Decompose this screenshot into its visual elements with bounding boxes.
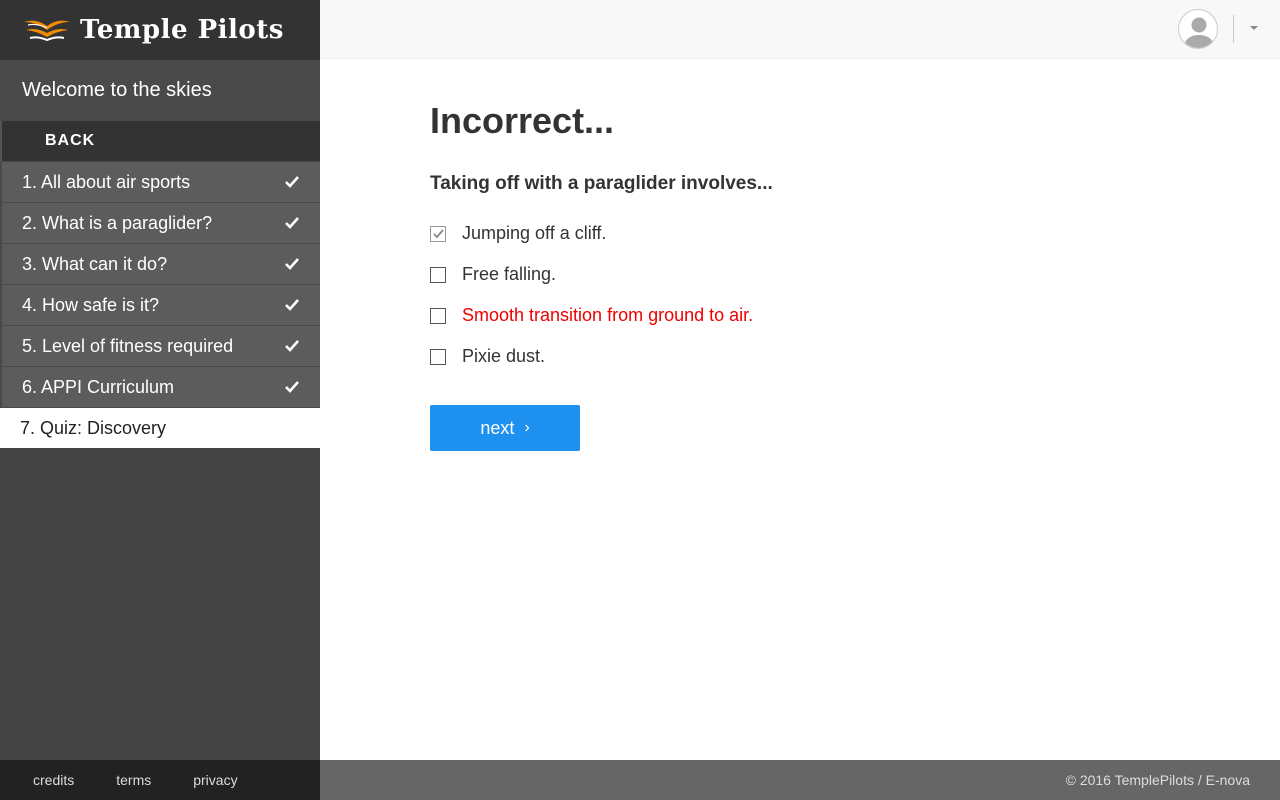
copyright-text: © 2016 TemplePilots / E-nova bbox=[1065, 772, 1250, 788]
lesson-label: 4. How safe is it? bbox=[22, 294, 160, 315]
answer-label: Free falling. bbox=[462, 264, 557, 284]
next-button[interactable]: next › bbox=[430, 405, 580, 451]
welcome-heading: Welcome to the skies bbox=[0, 60, 320, 121]
terms-link[interactable]: terms bbox=[116, 772, 151, 788]
answer-option-correct[interactable]: Smooth transition from ground to air. bbox=[430, 295, 1230, 336]
divider bbox=[1233, 15, 1234, 43]
answer-label: Jumping off a cliff. bbox=[462, 223, 607, 243]
checkbox[interactable] bbox=[430, 307, 446, 324]
checkbox[interactable] bbox=[430, 348, 446, 365]
lesson-label: 5. Level of fitness required bbox=[22, 335, 234, 356]
brand-name: Temple Pilots bbox=[80, 15, 284, 45]
check-icon bbox=[285, 340, 299, 352]
check-icon bbox=[285, 217, 299, 229]
lesson-item-3[interactable]: 3. What can it do? bbox=[0, 243, 320, 284]
lesson-item-5[interactable]: 5. Level of fitness required bbox=[0, 325, 320, 366]
lesson-label: 2. What is a paraglider? bbox=[22, 212, 213, 233]
answer-options: Jumping off a cliff. Free falling. Smoot… bbox=[430, 213, 1230, 377]
checkbox[interactable] bbox=[430, 266, 446, 283]
back-button[interactable]: BACK bbox=[0, 121, 320, 161]
footer-links: credits terms privacy bbox=[0, 760, 320, 800]
answer-label: Smooth transition from ground to air. bbox=[462, 305, 754, 325]
lesson-label: 7. Quiz: Discovery bbox=[20, 417, 167, 438]
check-icon bbox=[285, 176, 299, 188]
answer-label: Pixie dust. bbox=[462, 346, 546, 366]
lesson-item-4[interactable]: 4. How safe is it? bbox=[0, 284, 320, 325]
result-heading: Incorrect... bbox=[430, 100, 615, 141]
lesson-label: 1. All about air sports bbox=[22, 171, 191, 192]
wings-logo-icon bbox=[24, 20, 70, 42]
lesson-item-1[interactable]: 1. All about air sports bbox=[0, 161, 320, 202]
lesson-label: 3. What can it do? bbox=[22, 253, 168, 274]
top-bar bbox=[320, 0, 1280, 59]
check-icon bbox=[285, 258, 299, 270]
user-icon bbox=[1185, 17, 1213, 48]
answer-option[interactable]: Free falling. bbox=[430, 254, 1230, 295]
lesson-item-7[interactable]: 7. Quiz: Discovery bbox=[0, 407, 320, 448]
check-icon bbox=[285, 299, 299, 311]
chevron-down-icon[interactable] bbox=[1250, 26, 1258, 30]
lesson-nav: 1. All about air sports 2. What is a par… bbox=[0, 161, 320, 448]
checkbox-checked[interactable] bbox=[430, 225, 446, 242]
quiz-panel: Incorrect... Taking off with a paraglide… bbox=[430, 60, 1230, 451]
next-label: next bbox=[480, 417, 515, 438]
footer-copyright: © 2016 TemplePilots / E-nova bbox=[320, 760, 1280, 800]
lesson-label: 6. APPI Curriculum bbox=[22, 376, 175, 397]
sidebar: Temple Pilots Welcome to the skies BACK … bbox=[0, 0, 320, 800]
credits-link[interactable]: credits bbox=[33, 772, 74, 788]
answer-option[interactable]: Pixie dust. bbox=[430, 336, 1230, 377]
check-icon bbox=[433, 228, 444, 238]
lesson-item-6[interactable]: 6. APPI Curriculum bbox=[0, 366, 320, 407]
avatar[interactable] bbox=[1178, 9, 1218, 49]
logo-bar: Temple Pilots bbox=[0, 0, 320, 60]
answer-option[interactable]: Jumping off a cliff. bbox=[430, 213, 1230, 254]
check-icon bbox=[285, 381, 299, 393]
privacy-link[interactable]: privacy bbox=[193, 772, 237, 788]
chevron-right-icon: › bbox=[524, 419, 530, 436]
question-text: Taking off with a paraglider involves... bbox=[430, 173, 773, 194]
lesson-item-2[interactable]: 2. What is a paraglider? bbox=[0, 202, 320, 243]
